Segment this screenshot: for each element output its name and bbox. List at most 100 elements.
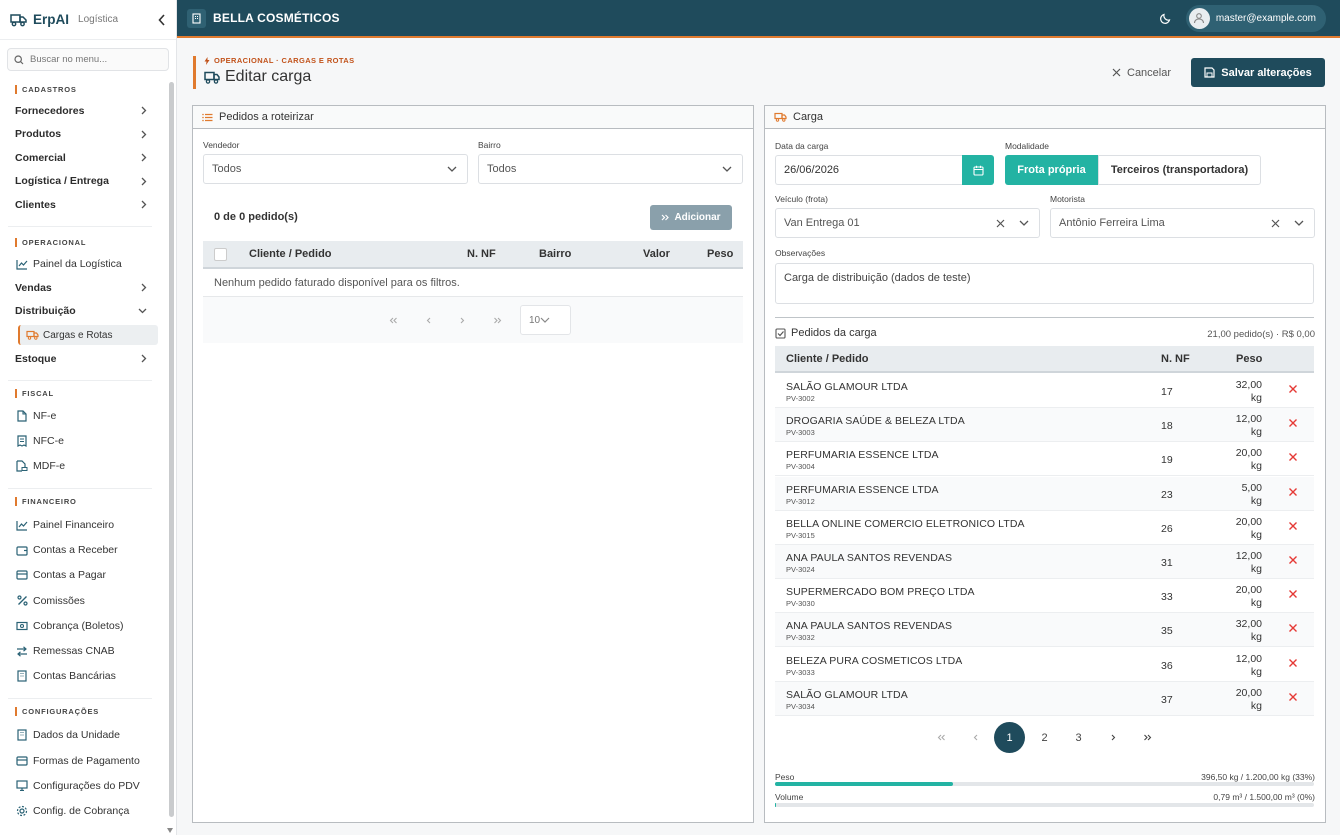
dark-mode-icon[interactable] — [1159, 12, 1172, 24]
menu-cargas-rotas[interactable]: Cargas e Rotas — [18, 325, 158, 345]
calendar-button[interactable] — [962, 155, 994, 185]
date-input[interactable]: 26/06/2026 — [775, 155, 963, 185]
remove-row-icon[interactable] — [1288, 692, 1298, 702]
next-page-icon[interactable] — [452, 297, 472, 343]
row-nf: 36 — [1161, 659, 1173, 672]
menu-contas-bancarias[interactable]: Contas Bancárias — [0, 664, 167, 689]
menu-config-cobranca[interactable]: Config. de Cobrança — [0, 798, 167, 823]
checkbox-checked-icon — [775, 327, 791, 339]
col-peso: Peso — [1236, 353, 1263, 365]
chevron-down-icon — [447, 166, 457, 172]
last-page-icon[interactable] — [487, 297, 507, 343]
menu-distribuicao[interactable]: Distribuição — [0, 300, 167, 324]
terceiros-toggle[interactable]: Terceiros (transportadora) — [1098, 155, 1261, 185]
vendedor-select[interactable]: Todos — [203, 154, 468, 184]
panel-title: Pedidos a roteirizar — [219, 111, 314, 123]
menu-nfce[interactable]: NFC-e — [0, 429, 167, 454]
first-page-icon[interactable] — [926, 722, 957, 753]
motorista-select[interactable]: Antônio Ferreira Lima — [1050, 208, 1315, 238]
table-row: ANA PAULA SANTOS REVENDAS PV-3024 31 12,00 k… — [775, 545, 1314, 579]
menu-search-input[interactable]: Buscar no menu... — [7, 48, 169, 71]
remove-row-icon[interactable] — [1288, 658, 1298, 668]
menu-cobranca[interactable]: Cobrança (Boletos) — [0, 613, 167, 638]
menu-formas-pagamento[interactable]: Formas de Pagamento — [0, 748, 167, 773]
chevron-down-icon — [540, 317, 556, 323]
menu-contas-receber[interactable]: Contas a Receber — [0, 538, 167, 563]
collapse-sidebar-icon[interactable] — [158, 13, 166, 26]
select-all-checkbox[interactable] — [214, 247, 227, 261]
col-peso: Peso — [707, 248, 734, 260]
peso-meter-value: 396,50 kg / 1.200,00 kg (33%) — [1201, 772, 1315, 782]
menu-estoque[interactable]: Estoque — [0, 347, 167, 371]
menu-remessas[interactable]: Remessas CNAB — [0, 638, 167, 663]
menu-mdfe[interactable]: MDF-e — [0, 454, 167, 479]
remove-row-icon[interactable] — [1288, 418, 1298, 428]
row-peso-unit: kg — [1250, 426, 1262, 439]
remove-row-icon[interactable] — [1288, 487, 1298, 497]
monitor-icon — [15, 779, 29, 793]
veiculo-select[interactable]: Van Entrega 01 — [775, 208, 1040, 238]
remove-row-icon[interactable] — [1288, 589, 1298, 599]
truck-icon — [204, 71, 225, 84]
menu-comercial[interactable]: Comercial — [0, 146, 167, 170]
row-nf: 23 — [1161, 488, 1173, 501]
menu-clientes[interactable]: Clientes — [0, 193, 167, 217]
modalidade-label: Modalidade — [1005, 141, 1049, 151]
menu-painel-financeiro[interactable]: Painel Financeiro — [0, 513, 167, 538]
obs-label: Observações — [775, 248, 826, 258]
motorista-label: Motorista — [1050, 194, 1085, 204]
user-menu-button[interactable]: master@example.com — [1185, 4, 1326, 32]
menu-label: Vendas — [15, 281, 52, 294]
page-3-button[interactable]: 3 — [1063, 722, 1094, 753]
section-financeiro: FINANCEIRO — [0, 495, 167, 509]
last-page-icon[interactable] — [1132, 722, 1163, 753]
remove-row-icon[interactable] — [1288, 452, 1298, 462]
close-icon — [1112, 68, 1127, 77]
remove-row-icon[interactable] — [1288, 521, 1298, 531]
clear-icon[interactable] — [1271, 219, 1280, 228]
remove-row-icon[interactable] — [1288, 555, 1298, 565]
bairro-select[interactable]: Todos — [478, 154, 743, 184]
add-button[interactable]: Adicionar — [650, 205, 732, 230]
row-order-code: PV-3033 — [786, 667, 815, 677]
page-size-select[interactable]: 10 — [520, 305, 571, 335]
row-peso-value: 20,00 — [1235, 686, 1262, 699]
frota-propria-toggle[interactable]: Frota própria — [1005, 155, 1098, 185]
row-peso-unit: kg — [1250, 494, 1262, 507]
page-2-button[interactable]: 2 — [1029, 722, 1060, 753]
cancel-button[interactable]: Cancelar — [1108, 58, 1175, 87]
section-operacional: OPERACIONAL — [0, 236, 167, 250]
menu-config-pdv[interactable]: Configurações do PDV — [0, 773, 167, 798]
menu-contas-pagar[interactable]: Contas a Pagar — [0, 563, 167, 588]
next-page-icon[interactable] — [1098, 722, 1129, 753]
row-nf: 18 — [1161, 420, 1173, 433]
row-order-code: PV-3032 — [786, 633, 815, 643]
first-page-icon[interactable] — [383, 297, 403, 343]
menu-dados-unidade[interactable]: Dados da Unidade — [0, 723, 167, 748]
menu-painel-logistica[interactable]: Painel da Logística — [0, 253, 167, 277]
table-row: BELLA ONLINE COMERCIO ELETRONICO LTDA PV-… — [775, 511, 1314, 545]
menu-logistica[interactable]: Logística / Entrega — [0, 170, 167, 194]
clear-icon[interactable] — [996, 219, 1005, 228]
remove-row-icon[interactable] — [1288, 623, 1298, 633]
empty-message: Nenhum pedido faturado disponível para o… — [203, 269, 743, 297]
prev-page-icon[interactable] — [418, 297, 438, 343]
chart-line-icon — [15, 257, 29, 271]
remove-row-icon[interactable] — [1288, 384, 1298, 394]
volume-progress-bar — [775, 803, 1314, 807]
menu-fornecedores[interactable]: Fornecedores — [0, 99, 167, 123]
row-order-code: PV-3004 — [786, 462, 815, 472]
chevron-down-icon — [1294, 220, 1304, 226]
prev-page-icon[interactable] — [960, 722, 991, 753]
save-button[interactable]: Salvar alterações — [1191, 58, 1325, 87]
menu-vendas[interactable]: Vendas — [0, 276, 167, 300]
table-row: PERFUMARIA ESSENCE LTDA PV-3012 23 5,00 kg — [775, 476, 1314, 511]
row-peso-unit: kg — [1250, 392, 1262, 404]
observacoes-textarea[interactable]: Carga de distribuição (dados de teste) — [775, 263, 1314, 304]
menu-comissoes[interactable]: Comissões — [0, 588, 167, 613]
scroll-down-icon[interactable] — [167, 828, 173, 833]
sidebar-scrollbar[interactable] — [169, 82, 174, 817]
menu-produtos[interactable]: Produtos — [0, 123, 167, 147]
menu-nfe[interactable]: NF-e — [0, 404, 167, 429]
page-1-button[interactable]: 1 — [994, 722, 1025, 753]
